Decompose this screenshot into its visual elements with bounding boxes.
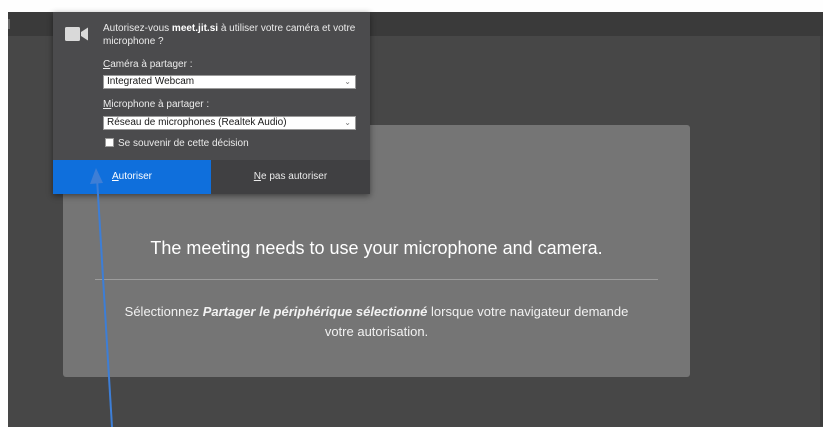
deny-button[interactable]: Ne pas autoriser bbox=[211, 160, 370, 194]
camera-select[interactable]: Integrated Webcam ⌄ bbox=[103, 75, 356, 89]
site-name: meet.jit.si bbox=[171, 23, 219, 34]
allow-button[interactable]: Autoriser bbox=[53, 160, 211, 194]
card-desc-emphasis: Partager le périphérique sélectionné bbox=[202, 304, 428, 319]
prompt-prefix: Autorisez-vous bbox=[103, 23, 172, 34]
allow-rest: utoriser bbox=[118, 171, 153, 182]
permission-prompt: Autorisez-vous meet.jit.si à utiliser vo… bbox=[103, 22, 358, 48]
chevron-down-icon: ⌄ bbox=[344, 77, 351, 86]
card-desc-prefix: Sélectionnez bbox=[124, 304, 203, 319]
camera-icon bbox=[65, 27, 88, 41]
card-desc-line2: votre autorisation. bbox=[324, 324, 429, 339]
button-row: Autoriser Ne pas autoriser bbox=[53, 160, 370, 194]
deny-key: N bbox=[253, 171, 262, 182]
remember-label: Se souvenir de cette décision bbox=[118, 138, 249, 149]
mic-label-rest: icrophone à partager : bbox=[111, 99, 210, 110]
card-divider bbox=[95, 279, 658, 280]
remember-checkbox[interactable] bbox=[105, 138, 114, 147]
deny-rest: e pas autoriser bbox=[261, 171, 328, 182]
camera-label-rest: améra à partager : bbox=[110, 59, 193, 70]
edge-marker bbox=[8, 19, 10, 29]
camera-label: Caméra à partager : bbox=[103, 59, 193, 70]
remember-decision[interactable]: Se souvenir de cette décision bbox=[105, 138, 249, 149]
mic-select[interactable]: Réseau de microphones (Realtek Audio) ⌄ bbox=[103, 116, 356, 130]
card-desc-suffix: lorsque votre navigateur demande bbox=[427, 304, 629, 319]
mic-label: Microphone à partager : bbox=[103, 99, 209, 110]
chevron-down-icon: ⌄ bbox=[344, 118, 351, 127]
card-description: Sélectionnez Partager le périphérique sé… bbox=[63, 302, 690, 342]
mic-select-value: Réseau de microphones (Realtek Audio) bbox=[107, 117, 287, 128]
permission-popup: Autorisez-vous meet.jit.si à utiliser vo… bbox=[53, 12, 370, 194]
allow-key: A bbox=[111, 171, 119, 182]
card-title: The meeting needs to use your microphone… bbox=[150, 238, 603, 258]
camera-select-value: Integrated Webcam bbox=[107, 76, 195, 87]
